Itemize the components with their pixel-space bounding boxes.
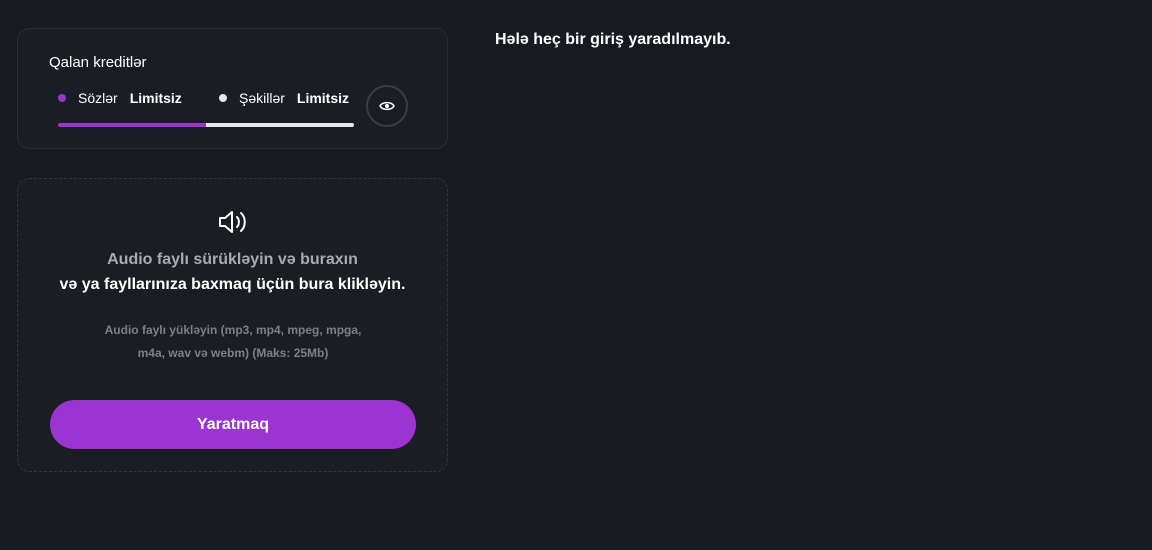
- upload-hint-line1: Audio faylı yükləyin (mp3, mp4, mpeg, mp…: [104, 323, 362, 337]
- credits-title: Qalan kreditlər: [49, 54, 147, 71]
- images-dot: [219, 94, 227, 102]
- eye-icon: [379, 101, 395, 111]
- toggle-visibility-button[interactable]: [366, 85, 408, 127]
- create-button[interactable]: Yaratmaq: [50, 400, 416, 449]
- credit-words: Sözlər Limitsiz: [58, 90, 182, 106]
- audio-dropzone[interactable]: Audio faylı sürükləyin və buraxın və ya …: [17, 178, 448, 472]
- words-value: Limitsiz: [129, 90, 182, 106]
- images-label: Şəkillər: [239, 90, 285, 106]
- dropzone-instruction: Audio faylı sürükləyin və buraxın: [107, 251, 358, 268]
- browse-files-link[interactable]: və ya fayllarınıza baxmaq üçün bura klik…: [18, 276, 447, 294]
- words-dot: [58, 94, 66, 102]
- empty-history-message: Hələ heç bir giriş yaradılmayıb.: [495, 31, 731, 48]
- credits-card: Qalan kreditlər Sözlər Limitsiz Şəkillər…: [17, 28, 448, 149]
- progress-images-segment: [206, 123, 354, 127]
- progress-words-segment: [58, 123, 206, 127]
- images-value: Limitsiz: [296, 90, 350, 106]
- credits-progress-bar: [58, 123, 354, 127]
- page: Qalan kreditlər Sözlər Limitsiz Şəkillər…: [0, 0, 1152, 550]
- speaker-icon: [219, 211, 246, 233]
- credit-images: Şəkillər Limitsiz: [219, 90, 349, 106]
- upload-hint-line2: m4a, wav və webm) (Maks: 25Mb): [137, 346, 329, 360]
- words-label: Sözlər: [78, 90, 118, 106]
